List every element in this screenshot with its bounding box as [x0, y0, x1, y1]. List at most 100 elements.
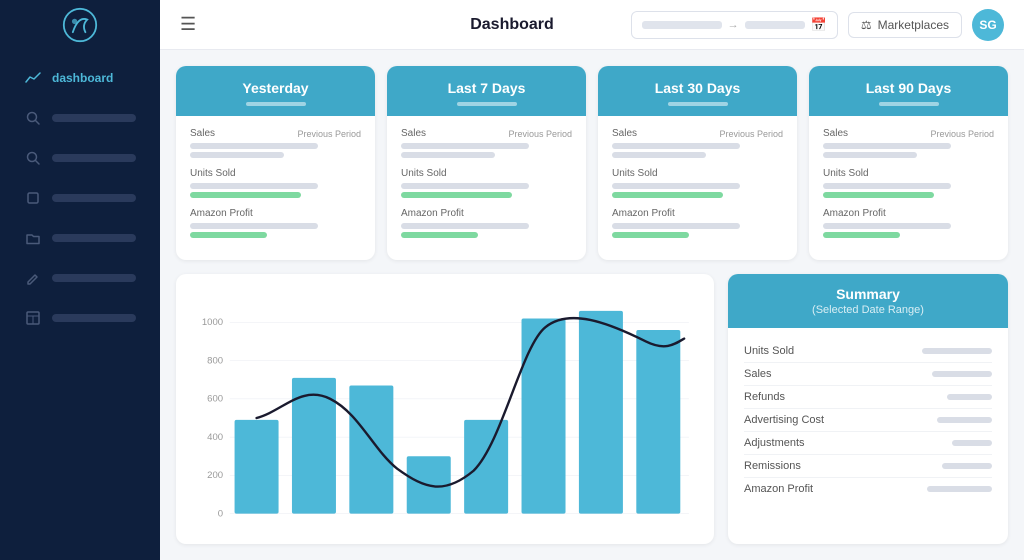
- summary-refunds-bar: [947, 394, 992, 400]
- folder-icon: [24, 229, 42, 247]
- prev-label-y: Previous Period: [297, 129, 361, 139]
- stat-card-bar-last30: [668, 102, 728, 106]
- prev-label-7: Previous Period: [508, 129, 572, 139]
- profit-bar-prev-90: [823, 232, 900, 238]
- marketplace-label: Marketplaces: [878, 18, 949, 32]
- units-bar-current-y: [190, 183, 318, 189]
- stat-row-units-30: Units Sold: [612, 168, 783, 198]
- sidebar-item-4[interactable]: [8, 179, 152, 217]
- date-range-filter[interactable]: → 📅: [631, 11, 838, 39]
- nav-label-4: [52, 194, 136, 202]
- stat-card-last7: Last 7 Days Sales Previous Period: [387, 66, 586, 260]
- sidebar-item-7[interactable]: [8, 299, 152, 337]
- stat-card-yesterday: Yesterday Sales Previous Period: [176, 66, 375, 260]
- user-avatar[interactable]: SG: [972, 9, 1004, 41]
- units-bar-current-30: [612, 183, 740, 189]
- prev-label-30: Previous Period: [719, 129, 783, 139]
- units-bar-prev-7: [401, 192, 512, 198]
- profit-label-y: Amazon Profit: [190, 208, 253, 219]
- profit-label-7: Amazon Profit: [401, 208, 464, 219]
- nav-label-7: [52, 314, 136, 322]
- sales-bar-current-7: [401, 143, 529, 149]
- content-area: Yesterday Sales Previous Period: [160, 50, 1024, 560]
- date-to-bar: [745, 21, 805, 29]
- stat-card-bar-last7: [457, 102, 517, 106]
- sidebar: dashboard: [0, 0, 160, 560]
- summary-title: Summary: [744, 286, 992, 302]
- summary-remissions-bar: [942, 463, 992, 469]
- sales-bar-prev-y: [190, 152, 284, 158]
- summary-profit-bar: [927, 486, 992, 492]
- units-bar-prev-y: [190, 192, 301, 198]
- menu-icon[interactable]: ☰: [180, 14, 196, 35]
- stat-cards-grid: Yesterday Sales Previous Period: [176, 66, 1008, 260]
- stat-row-profit-y: Amazon Profit: [190, 208, 361, 238]
- profit-bar-current-7: [401, 223, 529, 229]
- stat-card-body-yesterday: Sales Previous Period Units Sold: [176, 116, 375, 260]
- bottom-section: 1000 800 600 400 200 0: [176, 274, 1008, 544]
- header-right: → 📅 ⚖ Marketplaces SG: [631, 9, 1004, 41]
- profit-bar-prev-7: [401, 232, 478, 238]
- bar-5: [464, 420, 508, 514]
- stat-row-sales-7: Sales Previous Period: [401, 128, 572, 158]
- page-title: Dashboard: [470, 16, 554, 34]
- bar-1: [235, 420, 279, 514]
- summary-profit-label: Amazon Profit: [744, 483, 813, 495]
- stat-row-profit-90: Amazon Profit: [823, 208, 994, 238]
- marketplace-button[interactable]: ⚖ Marketplaces: [848, 12, 962, 38]
- svg-text:400: 400: [207, 432, 223, 443]
- sidebar-item-2[interactable]: [8, 99, 152, 137]
- svg-text:1000: 1000: [202, 317, 223, 328]
- sales-bar-prev-30: [612, 152, 706, 158]
- units-label-30: Units Sold: [612, 168, 658, 179]
- profit-bar-current-30: [612, 223, 740, 229]
- svg-text:800: 800: [207, 355, 223, 366]
- units-bar-prev-30: [612, 192, 723, 198]
- units-label-7: Units Sold: [401, 168, 447, 179]
- stat-card-header-yesterday: Yesterday: [176, 66, 375, 116]
- summary-adcost-bar: [937, 417, 992, 423]
- sales-label-30: Sales: [612, 128, 637, 139]
- sidebar-item-3[interactable]: [8, 139, 152, 177]
- summary-row-profit: Amazon Profit: [744, 478, 992, 500]
- dashboard-label: dashboard: [52, 71, 113, 85]
- sales-bar-prev-7: [401, 152, 495, 158]
- nav-label-5: [52, 234, 136, 242]
- summary-row-adjustments: Adjustments: [744, 432, 992, 455]
- sidebar-logo: [0, 0, 160, 50]
- summary-card: Summary (Selected Date Range) Units Sold…: [728, 274, 1008, 544]
- sidebar-item-5[interactable]: [8, 219, 152, 257]
- sales-label-y: Sales: [190, 128, 215, 139]
- svg-text:600: 600: [207, 394, 223, 405]
- bar-3: [349, 385, 393, 513]
- prev-label-90: Previous Period: [930, 129, 994, 139]
- nav-label-3: [52, 154, 136, 162]
- svg-text:0: 0: [218, 509, 223, 520]
- stat-card-title-last90: Last 90 Days: [825, 80, 992, 96]
- summary-remissions-label: Remissions: [744, 460, 801, 472]
- stat-row-units-90: Units Sold: [823, 168, 994, 198]
- bar-7: [579, 311, 623, 514]
- stat-row-profit-30: Amazon Profit: [612, 208, 783, 238]
- stat-card-title-last30: Last 30 Days: [614, 80, 781, 96]
- stat-row-units-7: Units Sold: [401, 168, 572, 198]
- summary-units-bar: [922, 348, 992, 354]
- date-from-bar: [642, 21, 722, 29]
- sidebar-item-dashboard[interactable]: dashboard: [8, 59, 152, 97]
- sidebar-item-6[interactable]: [8, 259, 152, 297]
- summary-units-label: Units Sold: [744, 345, 794, 357]
- summary-sales-bar: [932, 371, 992, 377]
- units-label-y: Units Sold: [190, 168, 236, 179]
- filter-icon: ⚖: [861, 18, 872, 32]
- summary-adcost-label: Advertising Cost: [744, 414, 824, 426]
- summary-subtitle: (Selected Date Range): [744, 304, 992, 316]
- sidebar-navigation: dashboard: [0, 50, 160, 346]
- sales-label-7: Sales: [401, 128, 426, 139]
- bar-8: [636, 330, 680, 514]
- date-arrow: →: [728, 19, 739, 31]
- stat-card-title-yesterday: Yesterday: [192, 80, 359, 96]
- dashboard-icon: [24, 69, 42, 87]
- stat-row-sales-90: Sales Previous Period: [823, 128, 994, 158]
- summary-row-refunds: Refunds: [744, 386, 992, 409]
- profit-bar-prev-30: [612, 232, 689, 238]
